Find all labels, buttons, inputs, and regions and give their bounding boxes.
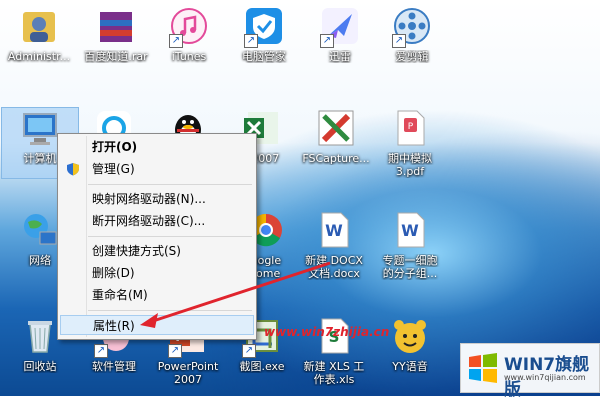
watermark-url: www.win7zhijia.cn — [264, 325, 390, 339]
win7-badge: WIN7旗舰版 www.win7qijian.com — [460, 343, 600, 400]
badge-url: www.win7qijian.com — [504, 373, 586, 382]
windows-logo-icon — [467, 352, 499, 388]
